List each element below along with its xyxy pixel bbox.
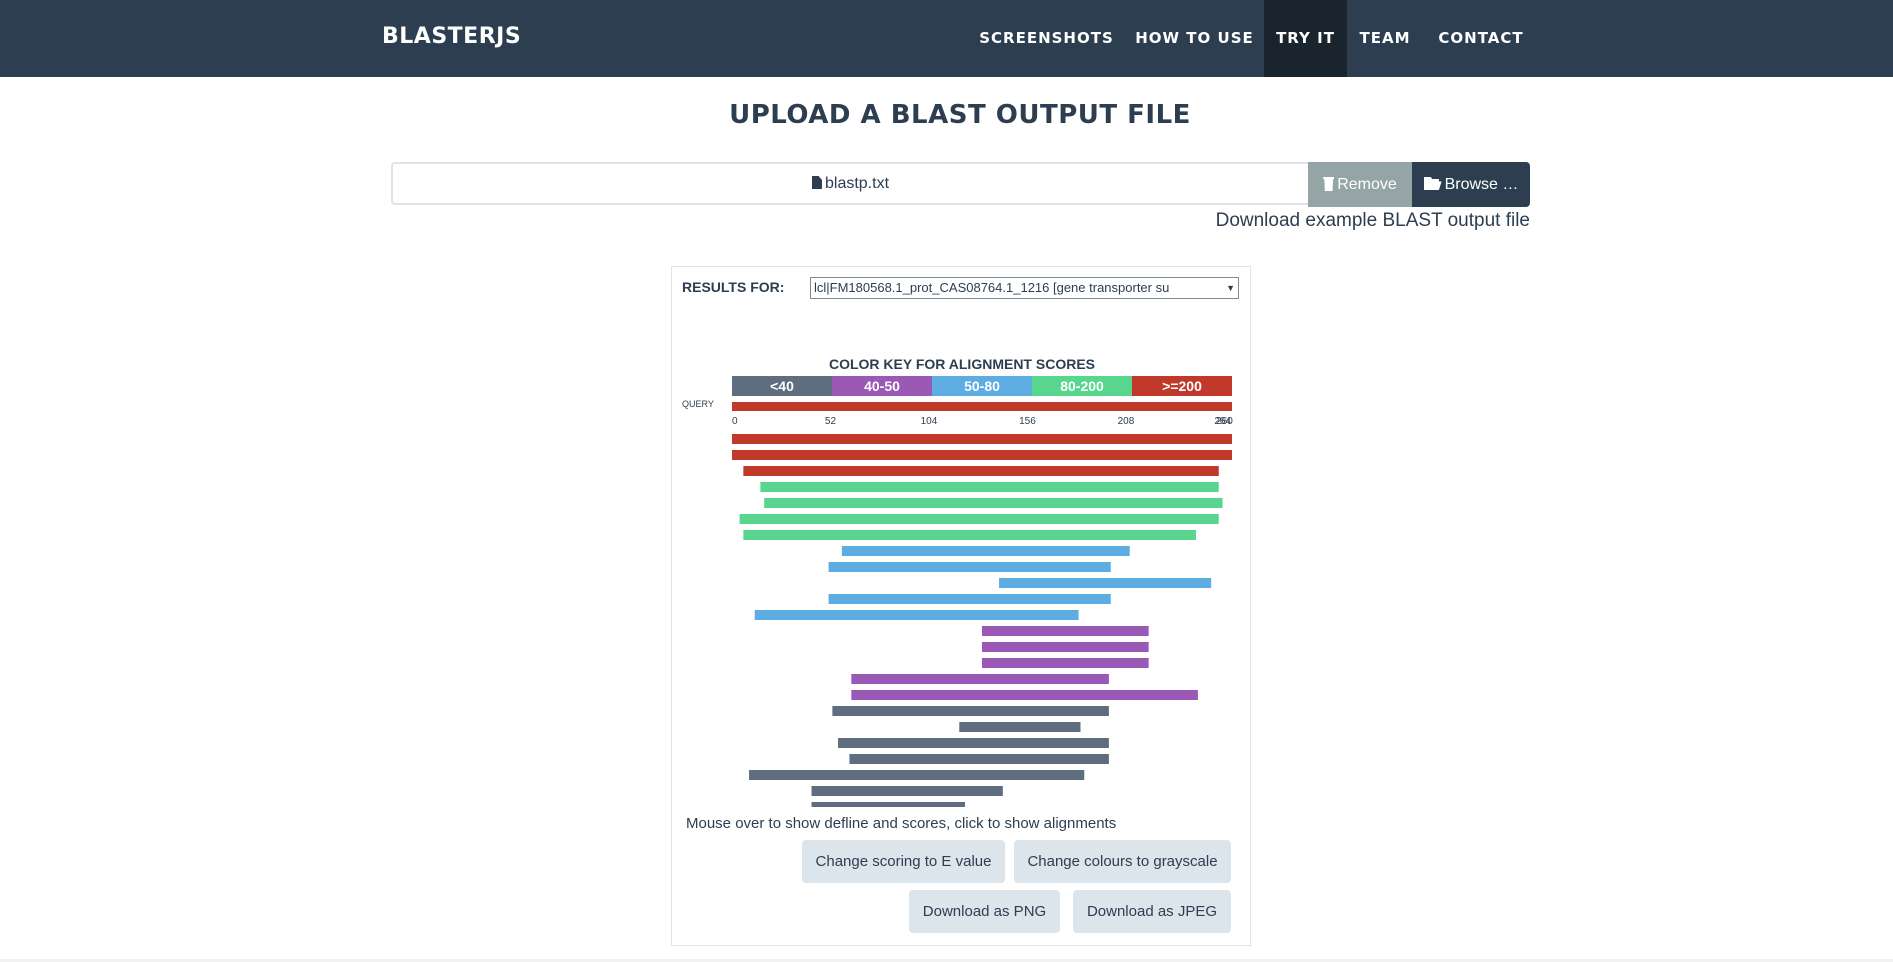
axis-tick-label: 156 bbox=[1019, 416, 1036, 427]
trash-icon bbox=[1323, 177, 1335, 191]
remove-label: Remove bbox=[1337, 176, 1397, 193]
alignment-hit-bar[interactable] bbox=[851, 690, 1198, 700]
chevron-down-icon: ▼ bbox=[1224, 278, 1235, 298]
alignment-hit-bar[interactable] bbox=[760, 482, 1219, 492]
alignment-hit-bar[interactable] bbox=[828, 594, 1111, 604]
color-key-label: >=200 bbox=[1162, 378, 1202, 394]
alignment-hit-bar[interactable] bbox=[732, 434, 1232, 444]
download-png-button[interactable]: Download as PNG bbox=[909, 890, 1060, 933]
top-navbar: BLASTERJS SCREENSHOTS HOW TO USE TRY IT … bbox=[0, 0, 1893, 77]
page-title: UPLOAD A BLAST OUTPUT FILE bbox=[729, 100, 1191, 130]
nav-screenshots[interactable]: SCREENSHOTS bbox=[970, 0, 1123, 77]
color-key-label: <40 bbox=[770, 378, 794, 394]
alignment-hit-bar[interactable] bbox=[828, 562, 1111, 572]
browse-label: Browse … bbox=[1444, 176, 1519, 193]
color-key-label: 80-200 bbox=[1060, 378, 1104, 394]
alignment-hit-bar[interactable] bbox=[982, 642, 1149, 652]
alignment-hit-bar[interactable] bbox=[849, 754, 1109, 764]
change-scoring-button[interactable]: Change scoring to E value bbox=[802, 840, 1005, 883]
alignment-hit-bar[interactable] bbox=[739, 514, 1219, 524]
axis-tick-label: 208 bbox=[1118, 416, 1135, 427]
alignment-hit-bar[interactable] bbox=[832, 706, 1109, 716]
query-label: QUERY bbox=[682, 399, 714, 409]
alignment-hit-bar[interactable] bbox=[811, 802, 965, 807]
alignment-hit-bar[interactable] bbox=[999, 578, 1212, 588]
axis-tick-label: 52 bbox=[825, 416, 837, 427]
grayscale-button[interactable]: Change colours to grayscale bbox=[1014, 840, 1231, 883]
remove-button[interactable]: Remove bbox=[1308, 162, 1412, 207]
alignment-hit-bar[interactable] bbox=[743, 530, 1197, 540]
alignment-hit-bar[interactable] bbox=[754, 610, 1079, 620]
file-icon bbox=[811, 176, 822, 189]
nav-how-to-use[interactable]: HOW TO USE bbox=[1128, 0, 1261, 77]
alignment-hit-bar[interactable] bbox=[982, 626, 1149, 636]
alignment-hit-bar[interactable] bbox=[764, 498, 1223, 508]
query-bar bbox=[732, 402, 1232, 411]
alignment-hit-bar[interactable] bbox=[982, 658, 1149, 668]
download-jpeg-button[interactable]: Download as JPEG bbox=[1073, 890, 1231, 933]
nav-try-it[interactable]: TRY IT bbox=[1264, 0, 1347, 77]
browse-button[interactable]: Browse … bbox=[1412, 162, 1530, 207]
download-example-link[interactable]: Download example BLAST output file bbox=[1100, 210, 1530, 232]
color-key-label: 50-80 bbox=[964, 378, 1000, 394]
nav-contact[interactable]: CONTACT bbox=[1430, 0, 1532, 77]
results-select[interactable]: lcl|FM180568.1_prot_CAS08764.1_1216 [gen… bbox=[810, 277, 1239, 299]
alignment-hit-bar[interactable] bbox=[749, 770, 1085, 780]
file-name: blastp.txt bbox=[824, 175, 890, 192]
axis-tick-label: 264 bbox=[1214, 416, 1231, 427]
nav-team[interactable]: TEAM bbox=[1352, 0, 1418, 77]
alignment-hit-bar[interactable] bbox=[732, 450, 1232, 460]
alignment-hit-bar[interactable] bbox=[851, 674, 1109, 684]
alignment-hit-bar[interactable] bbox=[811, 786, 1003, 796]
mouse-over-hint: Mouse over to show defline and scores, c… bbox=[686, 815, 1117, 832]
axis-tick-label: 0 bbox=[732, 416, 738, 427]
alignment-hit-bar[interactable] bbox=[841, 546, 1130, 556]
alignment-hit-bar[interactable] bbox=[838, 738, 1109, 748]
axis-tick-label: 104 bbox=[921, 416, 938, 427]
color-key-title: COLOR KEY FOR ALIGNMENT SCORES bbox=[829, 356, 1095, 372]
alignment-hit-bar[interactable] bbox=[743, 466, 1219, 476]
results-panel: RESULTS FOR: lcl|FM180568.1_prot_CAS0876… bbox=[671, 266, 1251, 946]
results-select-value: lcl|FM180568.1_prot_CAS08764.1_1216 [gen… bbox=[814, 280, 1170, 295]
file-name-display[interactable]: blastp.txt bbox=[391, 162, 1308, 205]
results-for-label: RESULTS FOR: bbox=[682, 279, 785, 295]
alignment-chart[interactable]: COLOR KEY FOR ALIGNMENT SCORES <40 40-50 50… bbox=[672, 307, 1250, 807]
brand-logo[interactable]: BLASTERJS bbox=[382, 24, 521, 49]
color-key-label: 40-50 bbox=[864, 378, 900, 394]
folder-open-icon bbox=[1423, 177, 1442, 190]
alignment-hit-bar[interactable] bbox=[959, 722, 1081, 732]
